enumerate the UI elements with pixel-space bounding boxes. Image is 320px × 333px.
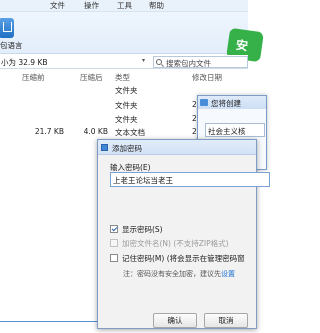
app-icon [200, 99, 208, 106]
file-type: 文本文档 [115, 128, 145, 137]
file-type: 文件夹 [115, 101, 138, 110]
password-input[interactable]: 上老王论坛当老王 [110, 172, 270, 187]
encrypt-filenames-checkbox[interactable] [110, 239, 118, 247]
menu-tools[interactable]: 工具 [117, 0, 132, 11]
search-input[interactable]: 搜索包内文件 [153, 56, 248, 68]
search-icon [156, 59, 162, 65]
show-password-checkbox[interactable] [110, 225, 118, 233]
file-size-before: 21.7 KB [34, 127, 64, 136]
path-dropdown-icon[interactable]: ▾ [142, 57, 145, 64]
remember-password-label: 记住密码(M) (将会显示在管理密码窗 [122, 254, 245, 263]
language-label[interactable]: 包语言 [0, 40, 23, 51]
column-compressed-after[interactable]: 压缩后 [80, 72, 103, 83]
dialog-title-bar[interactable]: 添加密码 [98, 140, 256, 155]
file-type: 文件夹 [115, 115, 138, 124]
path-bar: 小为 32.9 KB ▾ 搜索包内文件 [0, 55, 248, 69]
column-header: 压缩前 压缩后 类型 修改日期 [0, 70, 248, 82]
column-modified[interactable]: 修改日期 [192, 72, 222, 83]
encrypt-filenames-label: 加密文件名(N) (不支持ZIP格式) [122, 239, 229, 248]
archive-name-value: 社会主义核 [208, 127, 246, 136]
add-password-dialog: 添加密码 输入密码(E) 上老王论坛当老王 显示密码(S) 加密文件名(N) (… [97, 139, 270, 329]
dialog-title: 您将创建 [211, 99, 241, 108]
menu-file[interactable]: 文件 [50, 0, 65, 11]
language-pack-icon[interactable] [0, 18, 14, 38]
menu-bar: 文件 操作 工具 帮助 [0, 0, 248, 12]
settings-link[interactable]: 设置 [221, 270, 235, 278]
remember-password-checkbox[interactable] [110, 254, 118, 262]
menu-help[interactable]: 帮助 [149, 0, 164, 11]
archive-name-field[interactable]: 社会主义核 [205, 123, 265, 137]
show-password-label: 显示密码(S) [122, 225, 163, 234]
file-size-after: 4.0 KB [83, 127, 108, 136]
ok-button[interactable]: 确认 [153, 313, 197, 328]
toolbar: 安 [0, 12, 264, 63]
column-compressed-before[interactable]: 压缩前 [22, 72, 45, 83]
dialog-title: 添加密码 [112, 144, 142, 153]
column-type[interactable]: 类型 [115, 72, 130, 83]
lock-icon [101, 144, 108, 151]
dialog-title-bar[interactable]: 您将创建 [198, 96, 266, 109]
search-placeholder: 搜索包内文件 [166, 59, 211, 68]
menu-edit[interactable]: 操作 [84, 0, 99, 11]
password-value: 上老王论坛当老王 [113, 176, 173, 185]
path-text[interactable]: 小为 32.9 KB [1, 57, 48, 68]
security-note: 注：密码没有安全加密，建议先设置 [123, 270, 235, 278]
cancel-button[interactable]: 取消 [204, 313, 248, 328]
file-type: 文件夹 [115, 86, 138, 95]
